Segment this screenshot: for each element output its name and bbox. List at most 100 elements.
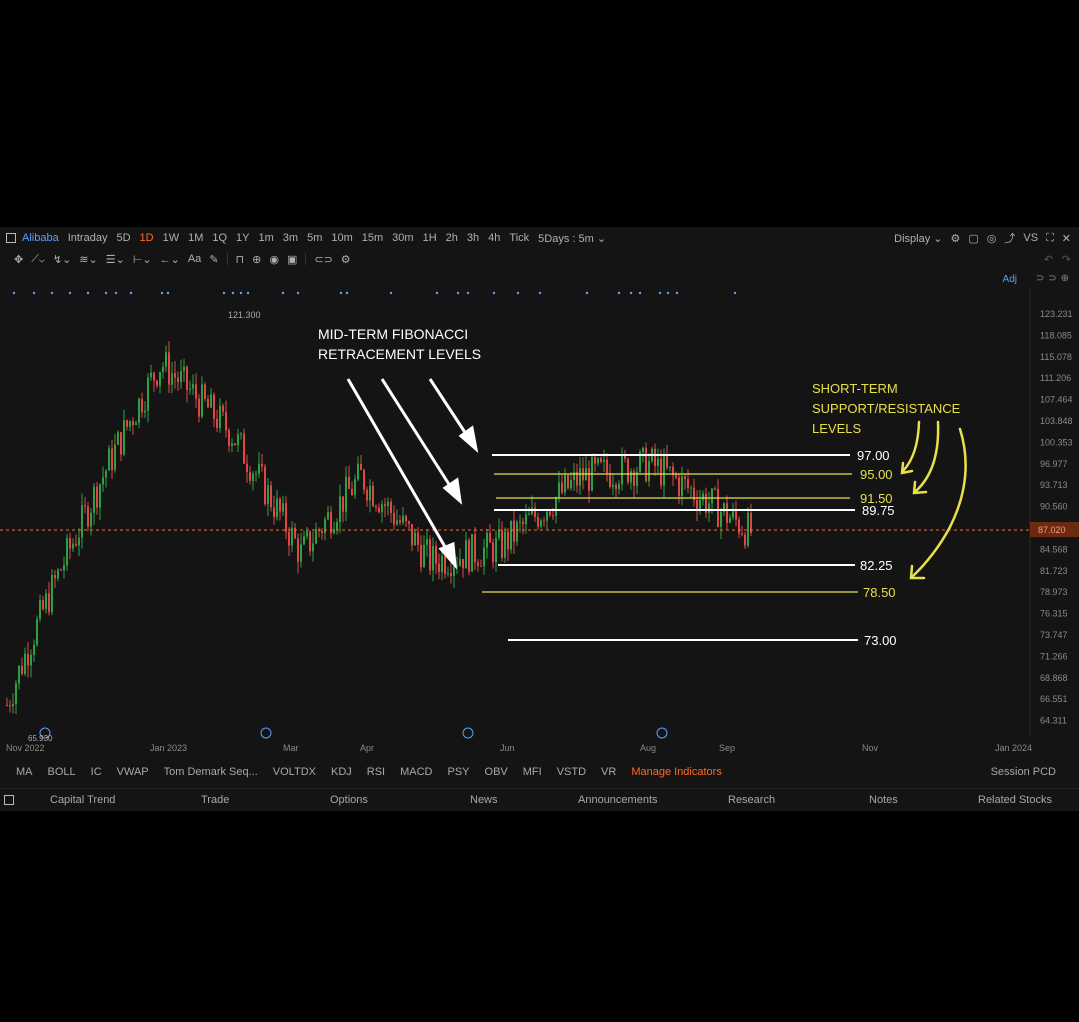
line-tool-icon[interactable]: ⟋⌄ bbox=[31, 253, 45, 266]
indicator-obv[interactable]: OBV bbox=[485, 766, 508, 778]
event-dot[interactable] bbox=[733, 291, 737, 295]
vs-button[interactable]: VS bbox=[1023, 232, 1038, 244]
indicator-ma[interactable]: MA bbox=[16, 766, 33, 778]
range-tab-4h[interactable]: 4h bbox=[488, 232, 500, 244]
fullscreen-icon[interactable]: ⛶ bbox=[1046, 232, 1054, 245]
range-tab-1h[interactable]: 1H bbox=[423, 232, 437, 244]
range-tab-30m[interactable]: 30m bbox=[392, 232, 413, 244]
trash-icon[interactable]: ▣ bbox=[287, 253, 297, 266]
symbol-name[interactable]: Alibaba bbox=[22, 232, 59, 244]
nav-announcements[interactable]: Announcements bbox=[578, 794, 658, 806]
event-dot[interactable] bbox=[466, 291, 470, 295]
camera-icon[interactable]: ◎ bbox=[987, 232, 997, 245]
event-dot[interactable] bbox=[160, 291, 164, 295]
settings-icon[interactable]: ⚙ bbox=[341, 253, 351, 266]
range-tab-5m[interactable]: 5m bbox=[307, 232, 322, 244]
indicator-psy[interactable]: PSY bbox=[448, 766, 470, 778]
earnings-marker-icon[interactable] bbox=[656, 727, 668, 739]
range-tab-10m[interactable]: 10m bbox=[331, 232, 352, 244]
event-dot[interactable] bbox=[222, 291, 226, 295]
event-dot[interactable] bbox=[86, 291, 90, 295]
magnet-icon[interactable]: ⊓ bbox=[236, 253, 245, 266]
move-icon[interactable]: ✥ bbox=[14, 253, 23, 266]
adj-toggle[interactable]: Adj bbox=[1003, 274, 1017, 285]
close-icon[interactable]: ✕ bbox=[1062, 232, 1071, 245]
event-dot[interactable] bbox=[617, 291, 621, 295]
chart-control-icons[interactable]: ⊃⊃⊕ bbox=[1036, 273, 1073, 284]
event-dot[interactable] bbox=[166, 291, 170, 295]
nav-news[interactable]: News bbox=[470, 794, 498, 806]
event-dot[interactable] bbox=[675, 291, 679, 295]
event-dot[interactable] bbox=[246, 291, 250, 295]
indicator-rsi[interactable]: RSI bbox=[367, 766, 385, 778]
range-tab-5d[interactable]: 5D bbox=[116, 232, 130, 244]
undo-icon[interactable]: ↶ bbox=[1044, 253, 1053, 266]
range-tab-1y[interactable]: 1Y bbox=[236, 232, 249, 244]
range-tab-1w[interactable]: 1W bbox=[163, 232, 180, 244]
panel-toggle-icon[interactable] bbox=[4, 795, 14, 805]
multi-day-select[interactable]: 5Days : 5m ⌄ bbox=[538, 232, 606, 245]
nav-notes[interactable]: Notes bbox=[869, 794, 898, 806]
trend-tool-icon[interactable]: ↯⌄ bbox=[53, 253, 71, 266]
event-dot[interactable] bbox=[629, 291, 633, 295]
nav-related-stocks[interactable]: Related Stocks bbox=[978, 794, 1052, 806]
event-dot[interactable] bbox=[516, 291, 520, 295]
range-tab-1m[interactable]: 1M bbox=[188, 232, 203, 244]
indicator-macd[interactable]: MACD bbox=[400, 766, 432, 778]
share-icon[interactable]: ⤴ bbox=[1004, 230, 1015, 246]
range-tab-intraday[interactable]: Intraday bbox=[68, 232, 108, 244]
event-dot[interactable] bbox=[231, 291, 235, 295]
fib-tool-icon[interactable]: ☰⌄ bbox=[106, 253, 125, 266]
indicator-vr[interactable]: VR bbox=[601, 766, 616, 778]
manage-indicators-button[interactable]: Manage Indicators bbox=[631, 766, 722, 778]
indicator-vstd[interactable]: VSTD bbox=[557, 766, 586, 778]
event-dot[interactable] bbox=[638, 291, 642, 295]
window-icon[interactable]: ▢ bbox=[968, 232, 978, 245]
event-dot[interactable] bbox=[666, 291, 670, 295]
event-dot[interactable] bbox=[585, 291, 589, 295]
indicator-boll[interactable]: BOLL bbox=[48, 766, 76, 778]
earnings-marker-icon[interactable] bbox=[260, 727, 272, 739]
event-dot[interactable] bbox=[658, 291, 662, 295]
event-dot[interactable] bbox=[114, 291, 118, 295]
session-selector[interactable]: Session PCD bbox=[991, 766, 1056, 778]
range-tab-15m[interactable]: 15m bbox=[362, 232, 383, 244]
event-dot[interactable] bbox=[345, 291, 349, 295]
event-dot[interactable] bbox=[50, 291, 54, 295]
event-dot[interactable] bbox=[435, 291, 439, 295]
indicator-mfi[interactable]: MFI bbox=[523, 766, 542, 778]
range-tab-1m[interactable]: 1m bbox=[259, 232, 274, 244]
event-dot[interactable] bbox=[389, 291, 393, 295]
link-icon[interactable]: ⊂⊃ bbox=[314, 253, 332, 266]
event-dot[interactable] bbox=[281, 291, 285, 295]
lock-icon[interactable]: ⊕ bbox=[252, 253, 261, 266]
redo-icon[interactable]: ↷ bbox=[1062, 253, 1071, 266]
event-dot[interactable] bbox=[492, 291, 496, 295]
measure-tool-icon[interactable]: ⊢⌄ bbox=[133, 253, 152, 266]
earnings-marker-icon[interactable] bbox=[462, 727, 474, 739]
window-checkbox-icon[interactable] bbox=[6, 233, 16, 243]
nav-capital-trend[interactable]: Capital Trend bbox=[50, 794, 115, 806]
event-dot[interactable] bbox=[129, 291, 133, 295]
nav-options[interactable]: Options bbox=[330, 794, 368, 806]
event-dot[interactable] bbox=[296, 291, 300, 295]
indicator-kdj[interactable]: KDJ bbox=[331, 766, 352, 778]
indicator-vwap[interactable]: VWAP bbox=[117, 766, 149, 778]
range-tab-3h[interactable]: 3h bbox=[467, 232, 479, 244]
gear-icon[interactable]: ⚙ bbox=[951, 232, 961, 245]
event-dot[interactable] bbox=[538, 291, 542, 295]
display-button[interactable]: Display ⌄ bbox=[894, 232, 942, 245]
channel-tool-icon[interactable]: ≋⌄ bbox=[79, 253, 97, 266]
event-dot[interactable] bbox=[68, 291, 72, 295]
range-tab-tick[interactable]: Tick bbox=[509, 232, 529, 244]
nav-research[interactable]: Research bbox=[728, 794, 775, 806]
nav-trade[interactable]: Trade bbox=[201, 794, 229, 806]
arrow-tool-icon[interactable]: ←⌄ bbox=[160, 253, 180, 266]
indicator-voltdx[interactable]: VOLTDX bbox=[273, 766, 316, 778]
brush-icon[interactable]: ✎ bbox=[209, 253, 218, 266]
price-chart[interactable]: 123.231 118.085 115.078 111.206 107.464 103.8… bbox=[0, 287, 1079, 757]
range-tab-3m[interactable]: 3m bbox=[283, 232, 298, 244]
visibility-icon[interactable]: ◉ bbox=[269, 253, 279, 266]
event-dot[interactable] bbox=[104, 291, 108, 295]
event-dot[interactable] bbox=[456, 291, 460, 295]
